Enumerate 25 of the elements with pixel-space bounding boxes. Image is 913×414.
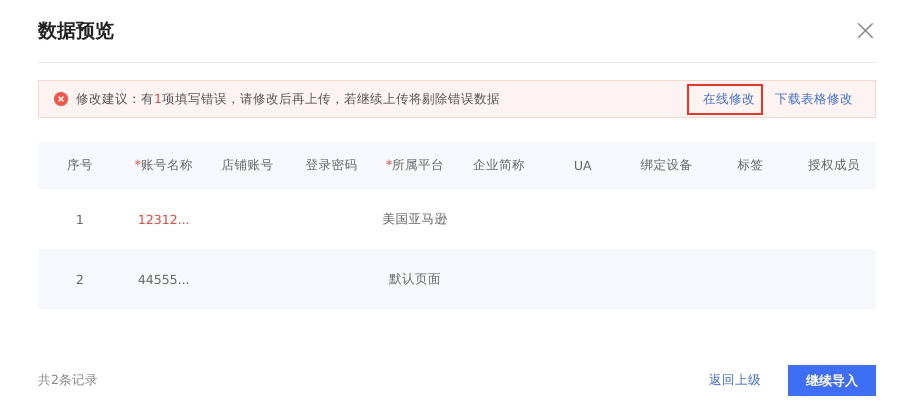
alert-link[interactable]: 在线修改 (687, 84, 763, 114)
column-header: 登录密码 (305, 157, 358, 174)
column-header: 绑定设备 (640, 157, 692, 174)
alert-message: 修改建议：有1项填写错误，请修改后再上传，若继续上传将剔除错误数据 (76, 90, 500, 108)
table-cell: 美国亚马逊 (382, 210, 448, 228)
error-icon (54, 92, 68, 106)
alert-link[interactable]: 下载表格修改 (767, 84, 861, 114)
column-header: *账号名称 (134, 157, 193, 174)
dialog-title: 数据预览 (38, 19, 114, 44)
column-header: 序号 (66, 157, 93, 174)
table-cell: 2 (76, 272, 84, 286)
table-cell: 44555... (138, 272, 190, 286)
record-count: 共2条记录 (38, 372, 98, 389)
table-cell: 默认页面 (389, 270, 442, 288)
back-link[interactable]: 返回上级 (709, 372, 761, 389)
column-header: 标签 (737, 157, 764, 174)
column-header: UA (574, 158, 592, 173)
table-cell: 12312... (138, 212, 190, 226)
close-button[interactable]: × (852, 16, 878, 46)
column-header: 授权成员 (808, 157, 860, 174)
table-cell: 1 (76, 212, 84, 226)
column-header: *所属平台 (386, 157, 444, 174)
column-header: 企业简称 (472, 157, 525, 174)
continue-button[interactable]: 继续导入 (788, 365, 876, 396)
column-header: 店铺账号 (221, 157, 274, 174)
